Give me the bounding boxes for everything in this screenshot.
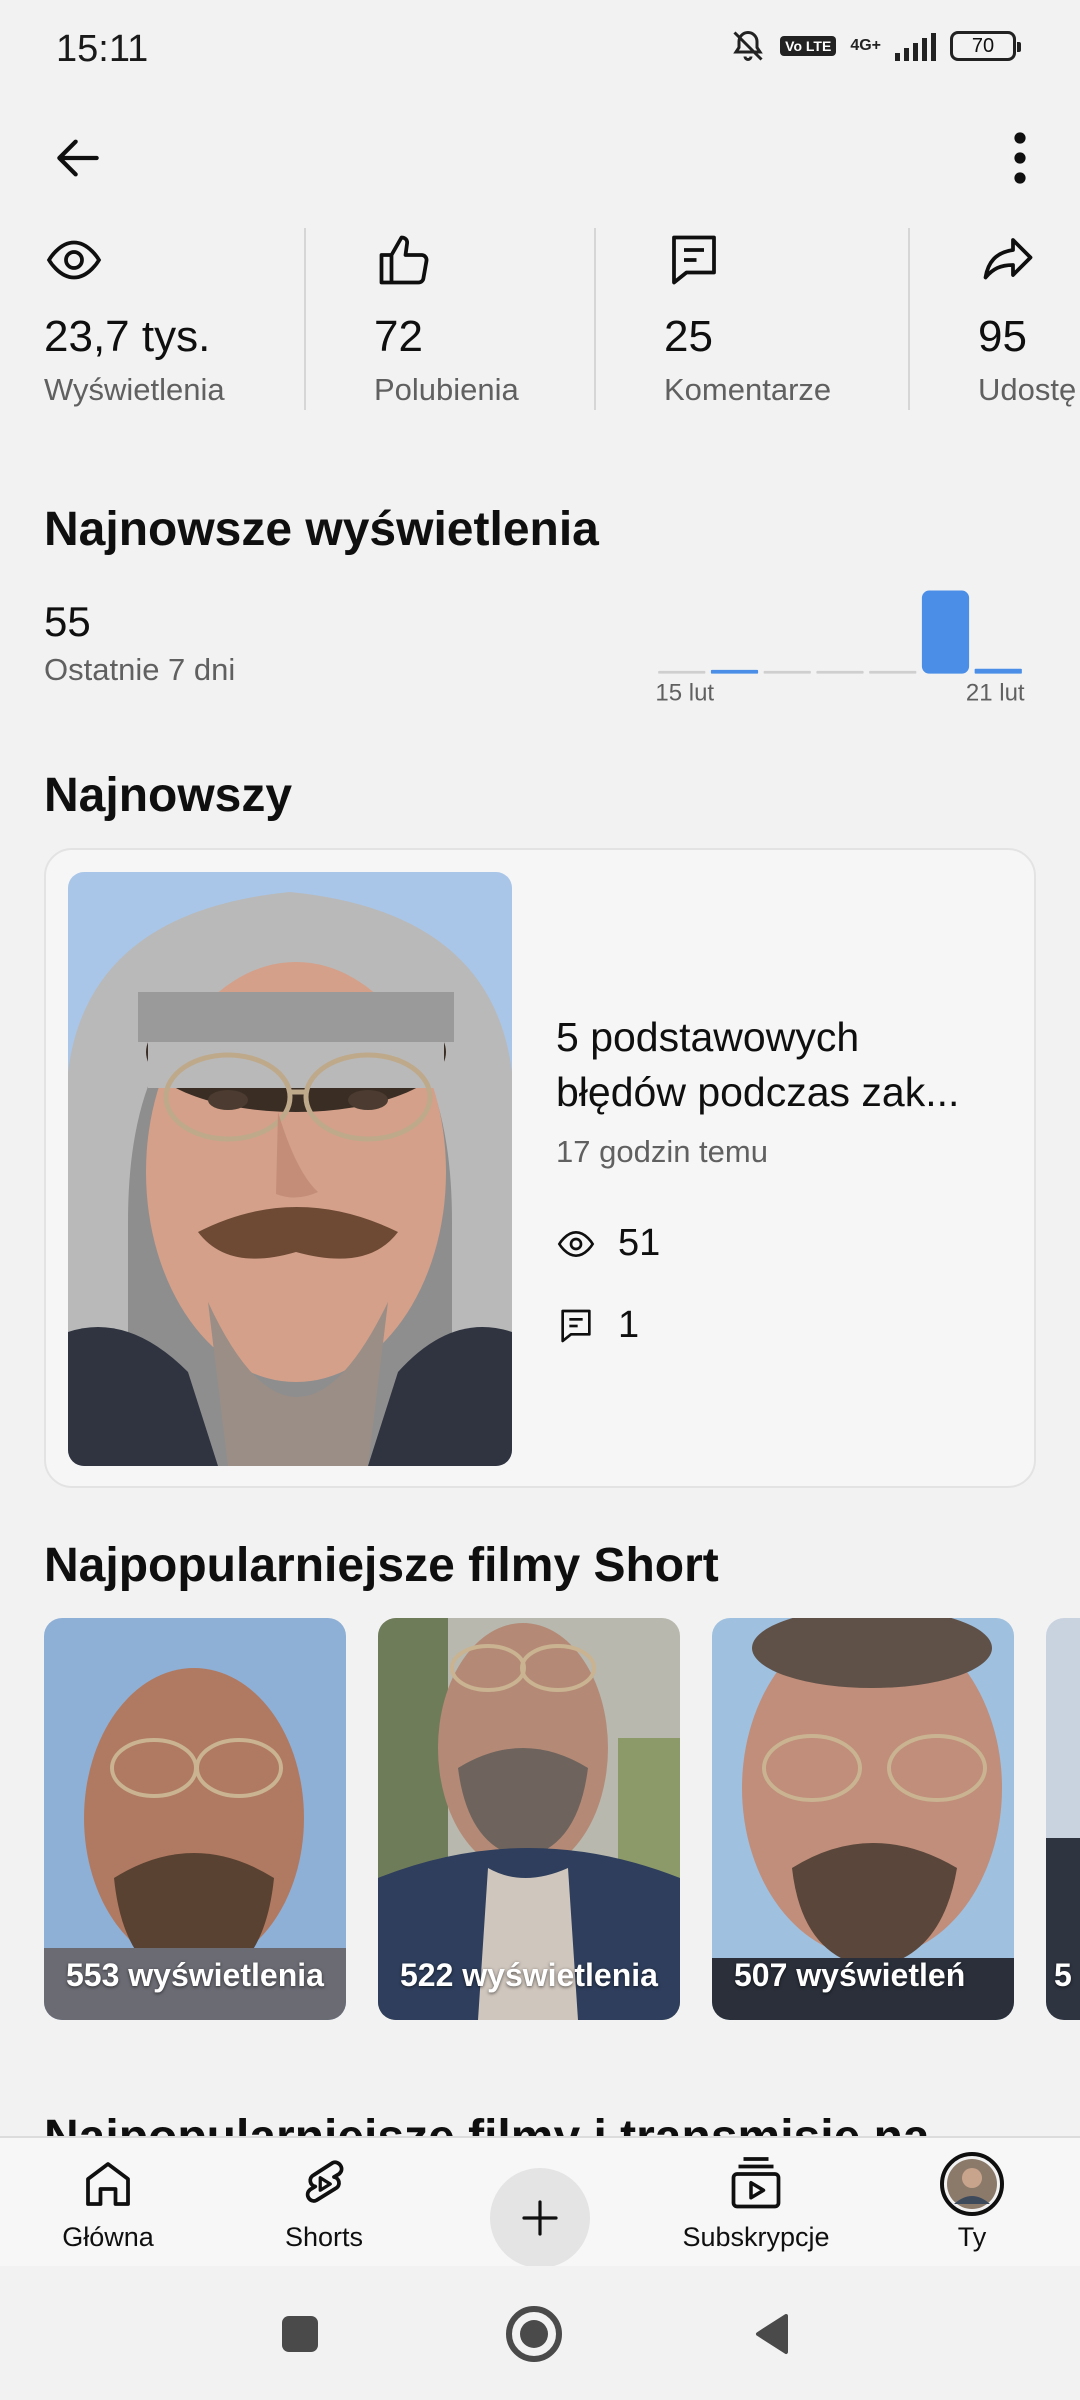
home-icon [76, 2152, 140, 2216]
stats-row: 23,7 tys. Wyświetlenia 72 Polubienia 25 … [0, 220, 1080, 420]
short-views: 522 wyświetlenia [400, 1957, 658, 1993]
latest-comments-value: 1 [618, 1304, 640, 1346]
chart-bar-19-lut [869, 670, 917, 674]
chart-tick-end: 21 lut [966, 679, 1025, 705]
top-shorts-carousel[interactable]: 553 wyświetlenia 522 wyświetlenia 507 wy… [0, 1618, 1080, 2020]
chart-tick-start: 15 lut [655, 679, 714, 705]
volte-indicator: Vo LTE [780, 36, 837, 56]
back-system-button[interactable] [740, 2302, 804, 2366]
nav-home-label: Główna [62, 2222, 154, 2252]
recent-views-title: Najnowsze wyświetlenia [44, 503, 599, 556]
latest-video-title-line2: błędów podczas zak... [556, 1069, 960, 1115]
nav-you-label: Ty [957, 2222, 987, 2252]
stat-shares[interactable]: 95 Udostę [978, 220, 1080, 420]
battery-icon: 70 [950, 31, 1021, 61]
top-shorts-title: Najpopularniejsze filmy Short [44, 1539, 719, 1592]
back-button[interactable] [40, 120, 116, 196]
short-card[interactable]: 553 wyświetlenia [44, 1618, 346, 2020]
comment-icon [664, 230, 728, 294]
more-options-button[interactable] [982, 120, 1058, 196]
create-button[interactable] [490, 2168, 590, 2268]
plus-icon [522, 2200, 558, 2236]
chart-bar-21-lut [974, 668, 1022, 674]
nav-home[interactable]: Główna [18, 2152, 198, 2262]
subscriptions-icon [724, 2152, 788, 2216]
chart-bar-18-lut [816, 670, 864, 674]
shorts-icon [292, 2152, 356, 2216]
stat-value: 95 [978, 312, 1027, 361]
square-icon [282, 2316, 318, 2352]
signal-icon [895, 31, 936, 61]
divider [594, 228, 596, 410]
short-card[interactable]: 522 wyświetlenia [378, 1618, 680, 2020]
divider [908, 228, 910, 410]
recents-button[interactable] [268, 2302, 332, 2366]
status-time: 15:11 [56, 28, 149, 70]
stat-label: Polubienia [374, 372, 519, 407]
nav-subscriptions[interactable]: Subskrypcje [666, 2152, 846, 2262]
recent-views-chart[interactable]: 15 lut 21 lut [640, 585, 1040, 705]
network-type: 4G+ [850, 37, 881, 54]
avatar [940, 2152, 1004, 2216]
status-bar: 15:11 Vo LTE 4G+ 70 [0, 0, 1080, 100]
stat-label: Udostę [978, 372, 1077, 407]
triangle-back-icon [756, 2314, 788, 2354]
short-views: 5 [1054, 1957, 1072, 1993]
chart-bar-20-lut [921, 590, 970, 674]
short-card[interactable]: 507 wyświetleń [712, 1618, 1014, 2020]
latest-video-title[interactable]: 5 podstawowych błędów podczas zak... [556, 1010, 1016, 1120]
chart-bar-16-lut [710, 669, 759, 674]
studio-video-analytics-screen: 15:11 Vo LTE 4G+ 70 23,7 tys. Wyświetlen… [0, 0, 1080, 2400]
latest-comments-metric: 1 [556, 1304, 639, 1347]
divider [304, 228, 306, 410]
latest-title: Najnowszy [44, 769, 293, 822]
short-card[interactable]: 5 [1046, 1618, 1080, 2020]
latest-views-metric: 51 [556, 1222, 660, 1265]
eye-icon [557, 1230, 595, 1257]
chart-bar-17-lut [763, 670, 811, 674]
short-views: 507 wyświetleń [734, 1957, 966, 1993]
status-icons: Vo LTE 4G+ 70 [730, 28, 1021, 64]
more-vertical-icon [1014, 132, 1026, 184]
stat-label: Komentarze [664, 372, 832, 407]
nav-you[interactable]: Ty [882, 2152, 1062, 2262]
nav-subscriptions-label: Subskrypcje [682, 2222, 830, 2252]
nav-shorts-label: Shorts [284, 2222, 364, 2252]
stat-value: 72 [374, 312, 423, 361]
circle-icon [506, 2306, 562, 2362]
back-arrow-icon [57, 139, 99, 177]
home-system-button[interactable] [502, 2302, 566, 2366]
chart-bar-15-lut [658, 670, 706, 674]
comment-icon [561, 1309, 591, 1342]
system-nav-bar [0, 2266, 1080, 2400]
eye-icon [44, 230, 108, 294]
recent-views-count: 55 [44, 598, 91, 645]
short-views: 553 wyświetlenia [66, 1957, 324, 1993]
recent-views-period: Ostatnie 7 dni [44, 652, 236, 687]
share-icon [978, 230, 1042, 294]
latest-views-value: 51 [618, 1222, 661, 1264]
stat-label: Wyświetlenia [44, 372, 225, 407]
latest-video-time: 17 godzin temu [556, 1134, 768, 1169]
nav-shorts[interactable]: Shorts [234, 2152, 414, 2262]
latest-video-title-line1: 5 podstawowych [556, 1014, 860, 1060]
latest-video-thumbnail[interactable] [68, 872, 512, 1466]
bell-off-icon [733, 30, 763, 61]
stat-value: 25 [664, 312, 713, 361]
bottom-nav: Główna Shorts Subskrypcje Ty [0, 2136, 1080, 2268]
stat-value: 23,7 tys. [44, 312, 211, 361]
thumbs-up-icon [374, 230, 438, 294]
latest-video-card[interactable]: 5 podstawowych błędów podczas zak... 17 … [44, 848, 1036, 1488]
